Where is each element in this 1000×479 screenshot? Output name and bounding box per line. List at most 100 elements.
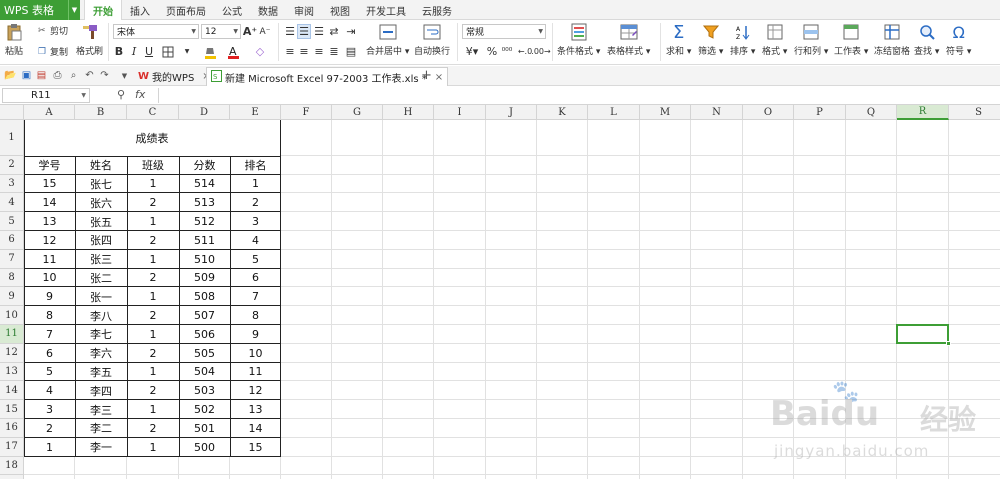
freeze-panes-button[interactable]: 冻结窗格 <box>874 23 910 57</box>
row-header[interactable]: 15 <box>0 400 24 419</box>
table-cell[interactable]: 15 <box>230 437 281 457</box>
name-box[interactable]: R11 ▼ <box>2 88 90 103</box>
text-direction-icon[interactable]: ⇄ <box>327 24 341 39</box>
menu-tab[interactable]: 审阅 <box>286 0 322 20</box>
row-col-button[interactable]: 行和列 ▾ <box>794 23 828 57</box>
orientation-icon[interactable]: ⇥ <box>344 24 358 39</box>
fx-icon[interactable]: fx <box>135 88 145 101</box>
merge-center-button[interactable]: 合并居中 ▾ <box>366 23 409 57</box>
column-header[interactable]: B <box>75 105 127 120</box>
symbol-button[interactable]: Ω 符号 ▾ <box>946 23 971 58</box>
sheet-title[interactable]: 成绩表 <box>24 120 280 156</box>
table-cell[interactable]: 12 <box>230 381 281 401</box>
table-cell[interactable]: 2 <box>127 343 179 363</box>
table-cell[interactable]: 14 <box>24 193 75 213</box>
table-cell[interactable]: 张四 <box>75 230 127 250</box>
table-cell[interactable]: 505 <box>179 343 230 363</box>
column-header[interactable]: K <box>537 105 588 120</box>
open-icon[interactable]: 📂 <box>4 69 17 82</box>
column-header[interactable]: O <box>743 105 794 120</box>
worksheet-button[interactable]: 工作表 ▾ <box>834 23 868 57</box>
table-cell[interactable]: 8 <box>24 306 75 325</box>
table-cell[interactable]: 李五 <box>75 362 127 382</box>
chevron-down-icon[interactable]: ▼ <box>118 69 131 82</box>
save-icon[interactable]: ▣ <box>20 69 33 82</box>
column-header[interactable]: L <box>588 105 640 120</box>
menu-tab[interactable]: 云服务 <box>414 0 460 20</box>
row-header[interactable]: 11 <box>0 324 24 344</box>
menu-tab[interactable]: 插入 <box>122 0 158 20</box>
table-cell[interactable]: 1 <box>127 212 179 231</box>
format-button[interactable]: 格式 ▾ <box>762 23 787 57</box>
row-header[interactable]: 6 <box>0 230 24 250</box>
align-right-icon[interactable]: ≡ <box>312 44 326 59</box>
table-header-cell[interactable]: 姓名 <box>75 155 127 175</box>
table-cell[interactable]: 500 <box>179 437 230 457</box>
table-cell[interactable]: 李三 <box>75 400 127 419</box>
italic-icon[interactable]: I <box>128 44 140 59</box>
table-cell[interactable]: 513 <box>179 193 230 213</box>
row-header[interactable]: 2 <box>0 155 24 175</box>
table-cell[interactable]: 5 <box>24 362 75 382</box>
table-cell[interactable]: 1 <box>127 287 179 307</box>
number-format-select[interactable]: 常规 ▼ <box>462 24 546 39</box>
column-header[interactable]: E <box>230 105 281 120</box>
table-cell[interactable]: 张二 <box>75 268 127 288</box>
app-menu-button[interactable]: WPS 表格 ▼ <box>0 0 80 20</box>
wrap-text-button[interactable]: 自动换行 <box>414 23 450 57</box>
decrease-font-icon[interactable]: A⁻ <box>259 24 271 39</box>
table-cell[interactable]: 7 <box>230 287 281 307</box>
column-header[interactable]: N <box>691 105 743 120</box>
row-header[interactable]: 1 <box>0 120 24 156</box>
menu-tab[interactable]: 页面布局 <box>158 0 214 20</box>
table-cell[interactable]: 张一 <box>75 287 127 307</box>
table-cell[interactable]: 张三 <box>75 249 127 269</box>
table-cell[interactable]: 15 <box>24 174 75 194</box>
table-cell[interactable]: 2 <box>127 418 179 438</box>
table-cell[interactable]: 9 <box>24 287 75 307</box>
menu-tab[interactable]: 开发工具 <box>358 0 414 20</box>
row-header[interactable]: 4 <box>0 193 24 213</box>
chevron-down-icon[interactable]: ▼ <box>68 0 80 20</box>
decrease-decimal-icon[interactable]: .00→ <box>531 44 550 59</box>
sum-button[interactable]: Σ 求和 ▾ <box>666 22 691 58</box>
underline-icon[interactable]: U <box>143 44 155 59</box>
row-header[interactable]: 12 <box>0 343 24 363</box>
print-icon[interactable]: ⎙ <box>51 69 64 82</box>
doc-tab-workbook[interactable]: S 新建 Microsoft Excel 97-2003 工作表.xls * × <box>206 67 449 86</box>
clear-format-icon[interactable]: ◇ <box>253 44 267 59</box>
table-cell[interactable]: 507 <box>179 306 230 325</box>
table-cell[interactable]: 502 <box>179 400 230 419</box>
table-header-cell[interactable]: 排名 <box>230 155 281 175</box>
column-header[interactable]: G <box>332 105 383 120</box>
table-cell[interactable]: 3 <box>24 400 75 419</box>
table-cell[interactable]: 1 <box>127 400 179 419</box>
format-painter-button[interactable]: 格式刷 <box>76 23 103 57</box>
close-icon[interactable]: × <box>435 72 443 83</box>
table-cell[interactable]: 2 <box>24 418 75 438</box>
menu-tab[interactable]: 公式 <box>214 0 250 20</box>
column-header[interactable]: A <box>24 105 75 120</box>
table-cell[interactable]: 1 <box>127 437 179 457</box>
row-header[interactable]: 10 <box>0 306 24 325</box>
column-header[interactable]: C <box>127 105 179 120</box>
font-size-select[interactable]: 12 ▼ <box>201 24 241 39</box>
table-cell[interactable]: 张六 <box>75 193 127 213</box>
column-header[interactable]: H <box>383 105 434 120</box>
currency-icon[interactable]: ¥▾ <box>462 44 482 59</box>
row-header[interactable]: 5 <box>0 212 24 231</box>
pdf-icon[interactable]: ▤ <box>35 69 48 82</box>
table-cell[interactable]: 11 <box>24 249 75 269</box>
font-name-select[interactable]: 宋体 ▼ <box>113 24 199 39</box>
table-cell[interactable]: 504 <box>179 362 230 382</box>
select-all-corner[interactable] <box>0 105 24 120</box>
table-cell[interactable]: 509 <box>179 268 230 288</box>
formula-input[interactable] <box>158 88 996 103</box>
table-cell[interactable]: 512 <box>179 212 230 231</box>
undo-icon[interactable]: ↶ <box>83 69 96 82</box>
table-cell[interactable]: 李二 <box>75 418 127 438</box>
menu-tab[interactable]: 视图 <box>322 0 358 20</box>
font-color-icon[interactable]: A <box>226 44 240 59</box>
table-cell[interactable]: 13 <box>230 400 281 419</box>
table-cell[interactable]: 李一 <box>75 437 127 457</box>
